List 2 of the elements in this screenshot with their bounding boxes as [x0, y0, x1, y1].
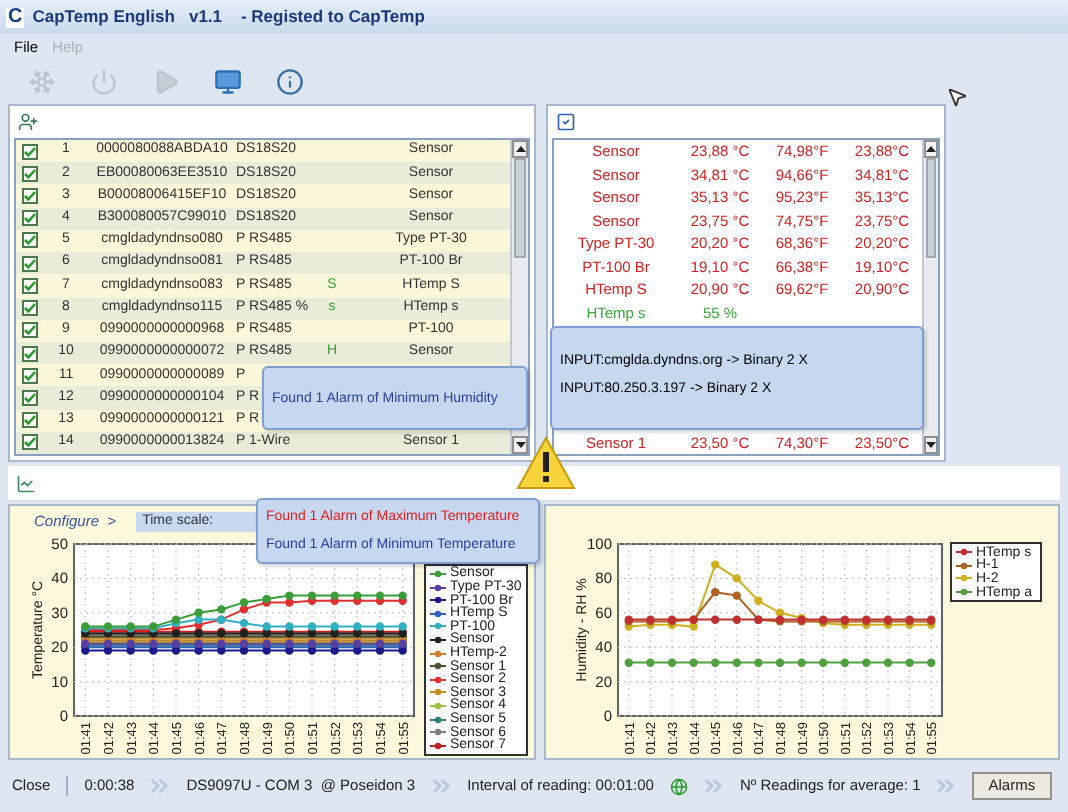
window-title: CapTemp English v1.1 - Registed to CapTemp [32, 4, 425, 30]
app-logo: C [6, 7, 25, 27]
